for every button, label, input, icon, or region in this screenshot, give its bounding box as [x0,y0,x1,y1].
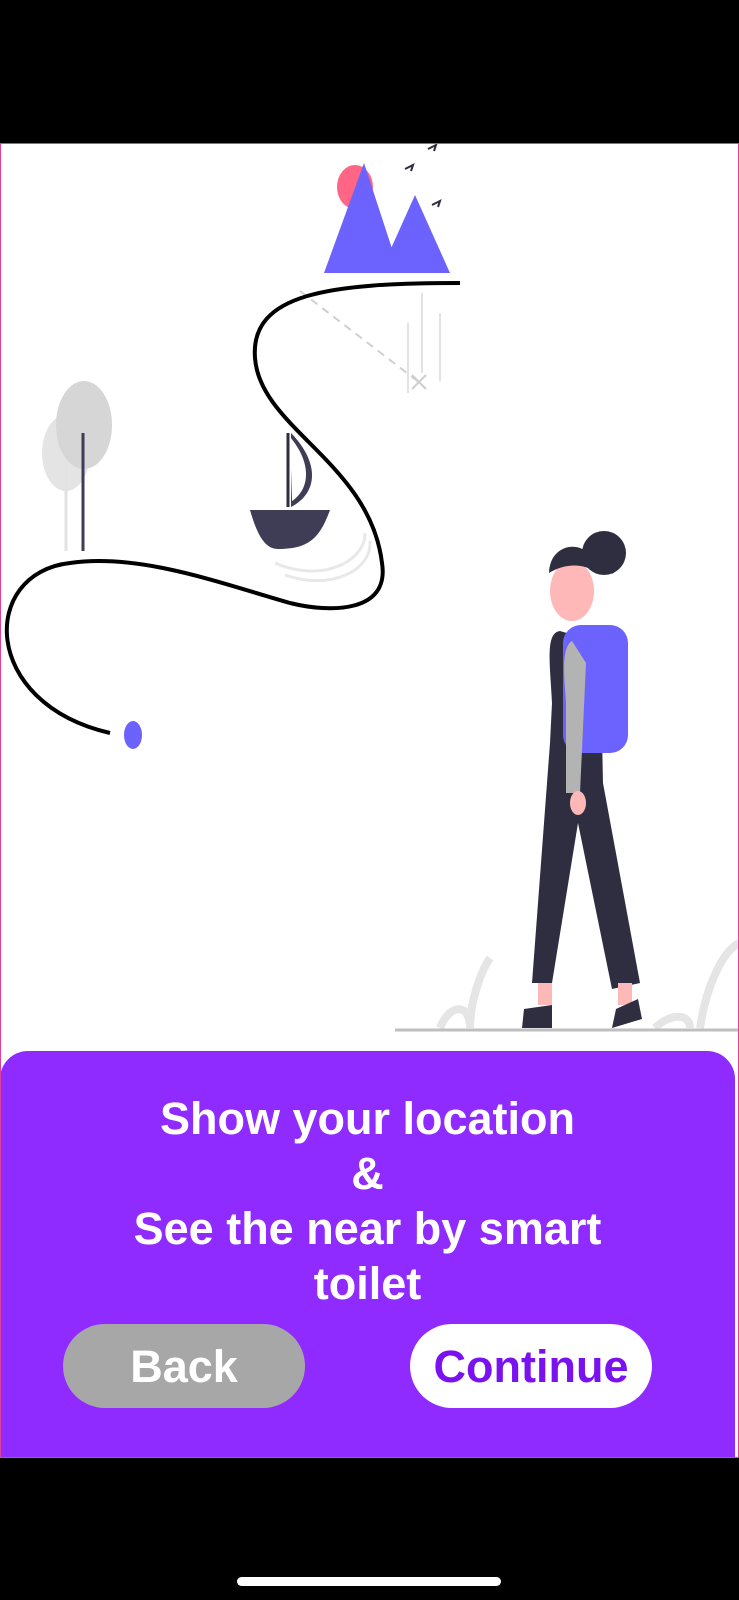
tree-illustration [42,381,112,551]
travel-path-illustration [4,143,739,1032]
message-line: & [351,1148,384,1199]
location-pin-icon [124,721,142,749]
onboarding-message: Show your location & See the near by sma… [40,1091,695,1311]
message-line: Show your location [159,1093,576,1144]
woman-with-backpack-illustration [522,531,642,1028]
back-button[interactable]: Back [63,1324,305,1408]
message-line: toilet [313,1258,422,1309]
bottom-panel: Show your location & See the near by sma… [0,1051,735,1458]
boat-illustration [250,433,372,583]
home-indicator [237,1577,501,1586]
mountain-illustration [324,143,450,273]
message-line: See the near by smart [133,1203,602,1254]
continue-button[interactable]: Continue [410,1324,652,1408]
